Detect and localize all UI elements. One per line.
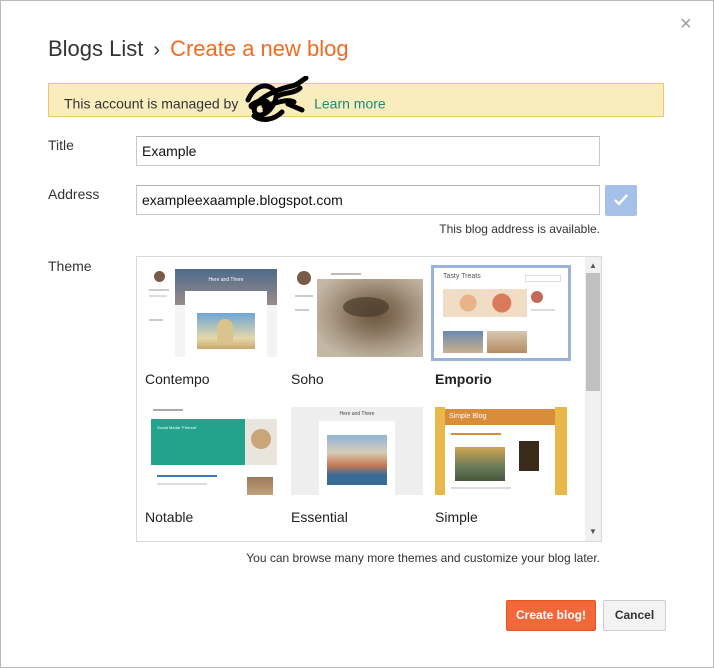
theme-picker: Here and There Contempo Soho Tasty Treat… <box>136 256 602 542</box>
theme-emporio[interactable]: Tasty Treats Emporio <box>431 265 571 387</box>
breadcrumb-blogs-list[interactable]: Blogs List <box>48 36 143 61</box>
theme-notable[interactable]: Social Media "Friends" Notable <box>145 407 277 525</box>
redaction-scribble <box>245 76 309 122</box>
theme-name-simple: Simple <box>435 509 478 525</box>
theme-name-soho: Soho <box>291 371 324 387</box>
theme-contempo[interactable]: Here and There Contempo <box>145 269 277 387</box>
check-icon <box>614 194 628 206</box>
theme-simple[interactable]: Simple Blog Simple <box>435 407 567 525</box>
title-label: Title <box>48 137 74 153</box>
title-input[interactable]: Example <box>136 136 600 166</box>
notice-text: This account is managed by <box>64 95 239 112</box>
theme-thumbnail-simple: Simple Blog <box>435 407 567 495</box>
address-label: Address <box>48 186 100 202</box>
close-icon[interactable]: × <box>680 14 692 34</box>
managed-account-notice: This account is managed by Learn more <box>48 76 664 122</box>
theme-name-contempo: Contempo <box>145 371 210 387</box>
cancel-button[interactable]: Cancel <box>603 600 666 631</box>
scroll-up-arrow-icon[interactable]: ▲ <box>585 259 601 273</box>
scroll-thumb[interactable] <box>586 273 600 391</box>
theme-scrollbar[interactable]: ▲ ▼ <box>585 257 601 541</box>
themes-hint: You can browse many more themes and cust… <box>246 551 600 565</box>
create-blog-button[interactable]: Create blog! <box>506 600 596 631</box>
address-input[interactable]: exampleexaample.blogspot.com <box>136 185 600 215</box>
theme-thumbnail-contempo: Here and There <box>145 269 277 357</box>
scroll-down-arrow-icon[interactable]: ▼ <box>585 525 601 539</box>
theme-name-notable: Notable <box>145 509 194 525</box>
page-title: Create a new blog <box>170 36 349 61</box>
theme-thumbnail-essential: Here and There <box>291 407 423 495</box>
theme-name-emporio: Emporio <box>435 371 492 387</box>
theme-label: Theme <box>48 258 92 274</box>
theme-soho[interactable]: Soho <box>291 269 423 387</box>
breadcrumb-separator: › <box>153 39 161 61</box>
theme-thumbnail-soho <box>291 269 423 357</box>
theme-thumbnail-emporio: Tasty Treats <box>431 265 571 361</box>
learn-more-link[interactable]: Learn more <box>314 96 386 112</box>
theme-essential[interactable]: Here and There Essential <box>291 407 423 525</box>
breadcrumb: Blogs List › Create a new blog <box>48 36 349 63</box>
address-availability: This blog address is available. <box>439 222 600 236</box>
theme-thumbnail-notable: Social Media "Friends" <box>145 407 277 495</box>
address-check-button[interactable] <box>605 185 637 216</box>
theme-name-essential: Essential <box>291 509 348 525</box>
